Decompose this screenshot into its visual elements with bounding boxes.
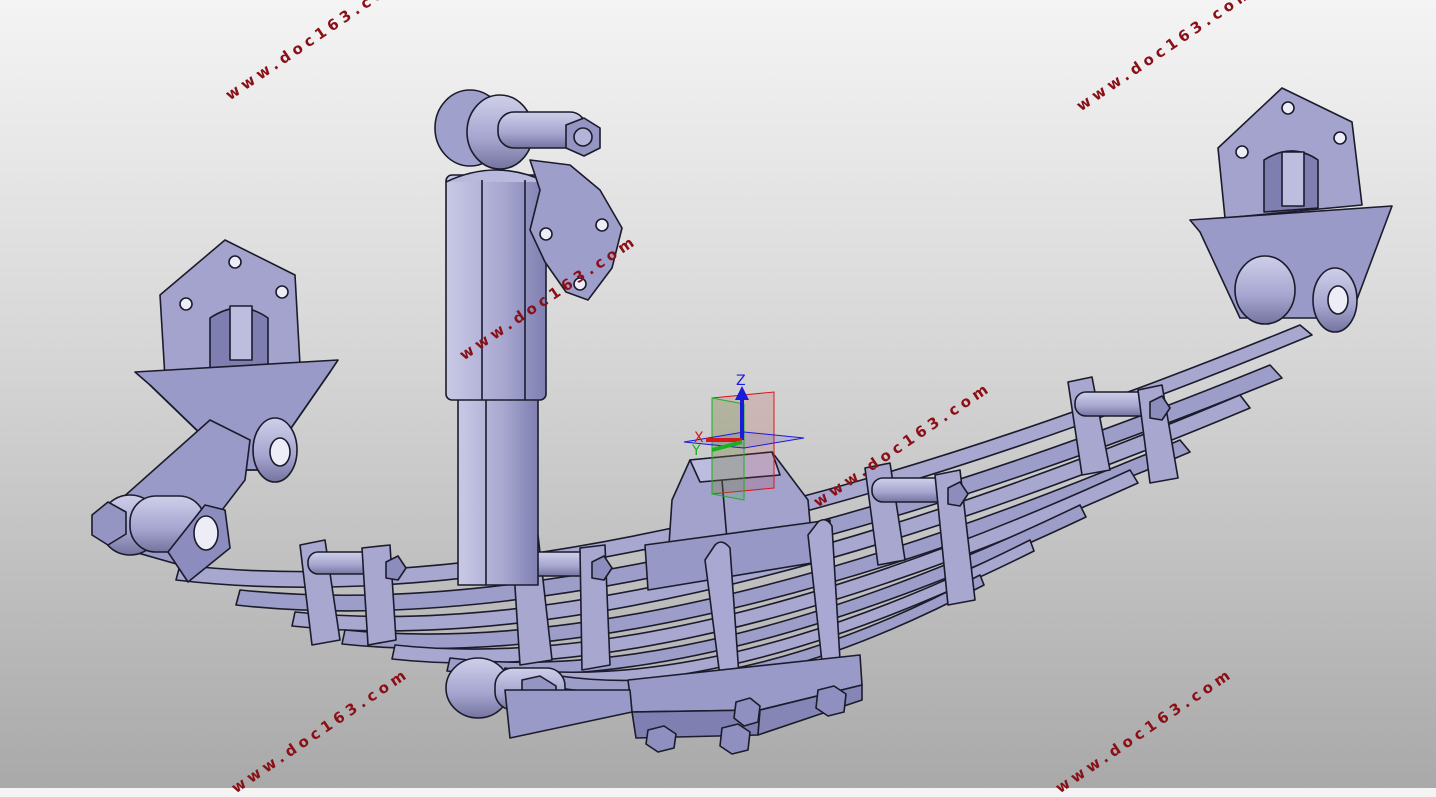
y-axis-label: Y — [691, 443, 701, 459]
right-hanger-bracket[interactable] — [1189, 87, 1393, 333]
left-shackle[interactable] — [91, 419, 251, 583]
z-axis-label: Z — [736, 373, 746, 389]
